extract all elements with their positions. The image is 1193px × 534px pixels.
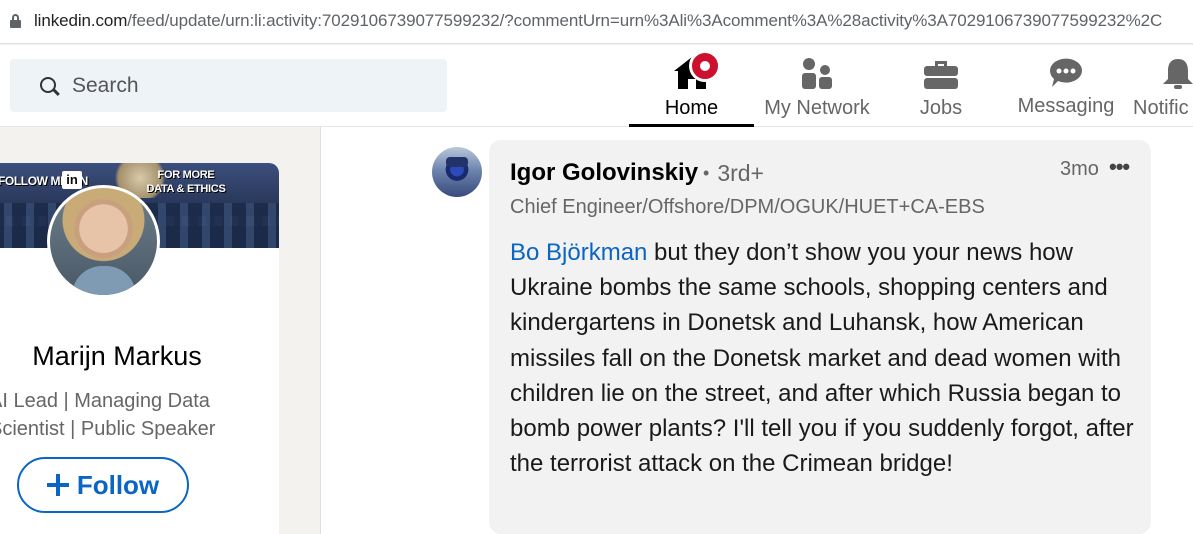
nav-my-network[interactable]: My Network bbox=[756, 45, 878, 127]
nav-jobs-label: Jobs bbox=[919, 97, 963, 119]
nav-home-label: Home bbox=[664, 97, 719, 119]
browser-address-bar[interactable]: linkedin.com/feed/update/urn:li:activity… bbox=[0, 0, 1193, 44]
plus-icon bbox=[46, 474, 69, 496]
nav-jobs[interactable]: Jobs bbox=[880, 45, 1002, 127]
profile-name[interactable]: Marijn Markus bbox=[0, 341, 222, 372]
commenter-avatar[interactable] bbox=[432, 147, 482, 197]
more-options-icon[interactable]: ••• bbox=[1109, 154, 1130, 180]
follow-button-label: Follow bbox=[76, 469, 160, 500]
profile-headline: AI Lead | Managing Data Scientist | Publ… bbox=[0, 387, 230, 443]
profile-headline-line1: AI Lead | Managing Data bbox=[0, 390, 210, 412]
comment-bubble: Igor Golovinskiy 3rd+ 3mo ••• Chief Engi… bbox=[489, 140, 1151, 534]
linkedin-logo-icon: in bbox=[62, 171, 82, 189]
search-box[interactable] bbox=[10, 59, 447, 112]
profile-headline-line2: Scientist | Public Speaker bbox=[0, 418, 216, 440]
nav-messaging-label: Messaging bbox=[1017, 95, 1115, 117]
comment-body-text: but they don’t show you your news how Uk… bbox=[510, 239, 1134, 478]
profile-card: FOLLOW ME ON in FOR MORE DATA & ETHICS M… bbox=[0, 163, 279, 534]
connection-degree: 3rd+ bbox=[703, 160, 764, 187]
notification-badge bbox=[689, 50, 721, 82]
nav-my-network-label: My Network bbox=[764, 97, 870, 119]
url-path: /feed/update/urn:li:activity:70291067390… bbox=[127, 11, 1163, 30]
jobs-icon bbox=[924, 61, 958, 89]
profile-avatar[interactable] bbox=[47, 185, 160, 298]
comment-timestamp: 3mo bbox=[1060, 158, 1099, 180]
lock-icon[interactable] bbox=[10, 14, 21, 28]
messaging-icon bbox=[1049, 58, 1082, 87]
nav-notifications-label: Notific bbox=[1133, 97, 1189, 119]
url-text[interactable]: linkedin.com/feed/update/urn:li:activity… bbox=[34, 11, 1162, 31]
profile-name-text: Marijn Markus bbox=[32, 341, 202, 371]
notifications-icon bbox=[1163, 59, 1193, 89]
comment-text: Bo Björkman but they don’t show you your… bbox=[510, 235, 1135, 481]
nav-messaging[interactable]: Messaging bbox=[1010, 45, 1122, 127]
comment-mention-link[interactable]: Bo Björkman bbox=[510, 239, 647, 266]
search-input[interactable] bbox=[72, 71, 432, 101]
my-network-icon bbox=[802, 58, 832, 89]
banner-more-text: FOR MORE DATA & ETHICS bbox=[146, 169, 226, 195]
follow-button[interactable]: Follow bbox=[17, 457, 189, 513]
search-icon bbox=[40, 77, 56, 93]
url-domain: linkedin.com bbox=[34, 11, 128, 30]
top-navigation: Home My Network Jobs Messaging bbox=[0, 45, 1193, 127]
nav-notifications[interactable]: Notific bbox=[1128, 45, 1193, 127]
comment-author[interactable]: Igor Golovinskiy bbox=[510, 159, 698, 187]
comment-author-title: Chief Engineer/Offshore/DPM/OGUK/HUET+CA… bbox=[510, 196, 985, 218]
